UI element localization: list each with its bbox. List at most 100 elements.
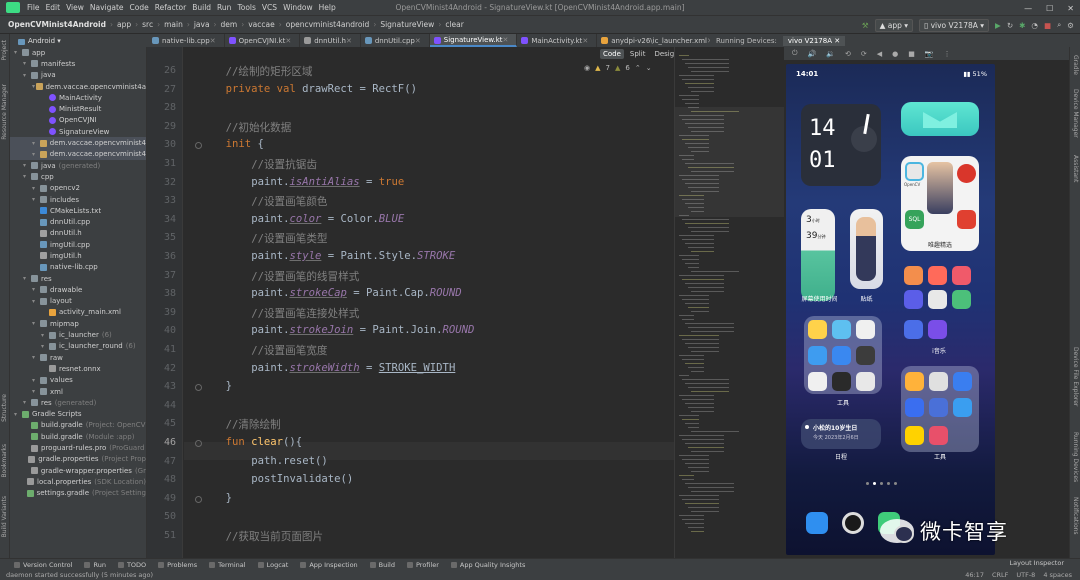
resource-manager-tool-tab[interactable]: Resource Manager — [1, 84, 8, 140]
breadcrumb-item[interactable]: opencvminist4android — [284, 20, 372, 29]
camera-app-icon[interactable] — [842, 512, 864, 534]
tree-item[interactable]: ▾ cpp — [10, 171, 146, 182]
nav-down-icon[interactable]: ⌄ — [646, 64, 652, 72]
play-app-icon[interactable] — [904, 290, 923, 309]
project-view-select[interactable]: Android ▾ — [10, 37, 70, 45]
tool-tab-logcat[interactable]: Logcat — [257, 561, 288, 569]
running-devices-tool-tab[interactable]: Running Devices — [1072, 432, 1079, 482]
expand-arrow-icon[interactable]: ▾ — [32, 354, 40, 361]
clock-widget[interactable]: 14 01 — [801, 104, 881, 186]
tree-item[interactable]: ▾ includes — [10, 194, 146, 205]
dock-app-1-icon[interactable] — [806, 512, 828, 534]
more-icon[interactable]: ⋮ — [944, 50, 951, 58]
tree-item[interactable]: ▾ opencv2 — [10, 183, 146, 194]
mode-split-button[interactable]: Split — [627, 49, 649, 59]
device-select[interactable]: ▯ vivo V2178A ▾ — [919, 18, 990, 32]
search-icon[interactable]: ⌕ — [1057, 20, 1061, 30]
device-manager-tool-tab[interactable]: Device Manager — [1072, 89, 1079, 138]
breadcrumb-item[interactable]: app — [115, 20, 133, 29]
mode-code-button[interactable]: Code — [600, 48, 624, 59]
tree-item[interactable]: settings.gradle (Project Setting — [10, 488, 146, 499]
bookmarks-tool-tab[interactable]: Bookmarks — [1, 444, 8, 478]
tree-item[interactable]: ▾ layout — [10, 296, 146, 307]
tool-tab-run[interactable]: Run — [84, 561, 106, 569]
settings-icon[interactable]: ⚙ — [1067, 21, 1074, 30]
expand-arrow-icon[interactable]: ▾ — [32, 286, 40, 293]
power-icon[interactable]: ⏻ — [792, 49, 798, 58]
breadcrumb-item[interactable]: main — [162, 20, 185, 29]
tree-item[interactable]: ▾ java (generated) — [10, 160, 146, 171]
minimap-viewport[interactable] — [675, 107, 785, 217]
expand-arrow-icon[interactable]: ▾ — [41, 343, 49, 350]
menu-item-file[interactable]: File — [24, 3, 43, 12]
tab-signatureview-kt[interactable]: SignatureView.kt ✕ — [429, 34, 518, 47]
expand-arrow-icon[interactable]: ▾ — [23, 162, 31, 169]
close-tab-icon[interactable]: ✕ — [210, 37, 216, 45]
expand-arrow-icon[interactable]: ▾ — [23, 275, 31, 282]
tool-tab-problems[interactable]: Problems — [158, 561, 197, 569]
close-tab-icon[interactable]: ✕ — [582, 37, 588, 45]
tree-item[interactable]: ▾ xml — [10, 386, 146, 397]
overview-icon[interactable]: ■ — [908, 50, 915, 58]
tree-item[interactable]: OpenCVJNI — [10, 115, 146, 126]
tree-item[interactable]: ▾ drawable — [10, 284, 146, 295]
expand-arrow-icon[interactable]: ▾ — [32, 185, 40, 192]
tree-item[interactable]: proguard-rules.pro (ProGuard — [10, 442, 146, 453]
tab-dnnutil-h[interactable]: dnnUtil.h ✕ — [300, 34, 361, 47]
expand-arrow-icon[interactable]: ▾ — [23, 399, 31, 406]
apply-changes-icon[interactable]: ↻ — [1007, 21, 1013, 30]
tree-item[interactable]: build.gradle (Module :app) — [10, 431, 146, 442]
tree-item[interactable]: ▾ dem.vaccae.opencvminist4 — [10, 137, 146, 149]
video-app-icon[interactable] — [928, 266, 947, 285]
minimize-icon[interactable]: — — [1024, 4, 1032, 13]
tree-item[interactable]: ▾ app — [10, 47, 146, 58]
indent-setting[interactable]: 4 spaces — [1043, 571, 1072, 579]
tree-item[interactable]: ▾ dem.vaccae.opencvminist4a — [10, 81, 146, 92]
tree-item[interactable]: dnnUtil.h — [10, 228, 146, 239]
project-tool-tab[interactable]: Project — [1, 40, 8, 61]
menu-item-refactor[interactable]: Refactor — [152, 3, 189, 12]
caret-position[interactable]: 46:17 — [965, 571, 984, 579]
code-editor[interactable]: 26 27 28 29 30 31 32 33 34 35 36 37 38 39 40 41 42 43 44 45… — [147, 47, 674, 558]
home-icon[interactable]: ● — [892, 50, 898, 58]
tree-item[interactable]: ▾ res (generated) — [10, 397, 146, 408]
tool-tab-app-quality-insights[interactable]: App Quality Insights — [450, 561, 525, 569]
screenshot-icon[interactable]: 📷 — [925, 50, 934, 58]
tree-item[interactable]: activity_main.xml — [10, 307, 146, 318]
rotate-right-icon[interactable]: ⟳ — [861, 50, 867, 58]
tree-item[interactable]: CMakeLists.txt — [10, 205, 146, 216]
fold-marker-icon[interactable] — [195, 440, 202, 447]
nav-up-icon[interactable]: ⌃ — [635, 64, 641, 72]
assistant-tool-tab[interactable]: Assistant — [1072, 155, 1079, 182]
tree-item[interactable]: native-lib.cpp — [10, 262, 146, 273]
menu-item-window[interactable]: Window — [280, 3, 316, 12]
tree-item[interactable]: ▾ res — [10, 273, 146, 284]
tab-mainactivity-kt[interactable]: MainActivity.kt ✕ — [517, 34, 598, 47]
expand-arrow-icon[interactable]: ▾ — [32, 298, 40, 305]
tools-folder-2[interactable] — [901, 366, 979, 452]
run-icon[interactable]: ▶ — [995, 21, 1001, 30]
tree-item[interactable]: dnnUtil.cpp — [10, 216, 146, 227]
tool-tab-todo[interactable]: TODO — [117, 561, 146, 569]
expand-arrow-icon[interactable]: ▾ — [32, 140, 40, 147]
expand-arrow-icon[interactable]: ▾ — [23, 72, 31, 79]
fold-marker-icon[interactable] — [195, 142, 202, 150]
tool-tab-app-inspection[interactable]: App Inspection — [300, 561, 358, 569]
menu-item-run[interactable]: Run — [214, 3, 234, 12]
volume-up-icon[interactable]: 🔊 — [808, 50, 817, 58]
close-icon[interactable]: ✕ — [1067, 4, 1074, 13]
screen-time-widget[interactable]: 3小时 39分钟 — [801, 209, 835, 301]
close-tab-icon[interactable]: ✕ — [503, 36, 509, 44]
build-variants-tool-tab[interactable]: Build Variants — [1, 496, 8, 537]
inspection-widget[interactable]: ◉ ▲ 7 ▲ 6 ⌃ ⌄ — [584, 64, 652, 72]
tab-opencvjni-kt[interactable]: OpenCVJNI.kt ✕ — [225, 34, 301, 47]
tree-item[interactable]: resnet.onnx — [10, 363, 146, 374]
menu-item-edit[interactable]: Edit — [43, 3, 64, 12]
back-icon[interactable]: ◀ — [877, 50, 882, 58]
featured-widget[interactable]: OpenCV SQL 唯趣精选 — [901, 156, 979, 251]
layout-inspector-tab[interactable]: Layout Inspector — [1010, 559, 1064, 567]
schedule-widget[interactable]: 小松的10岁生日 今天 2023年2月6日 — [801, 419, 881, 449]
envelope-widget[interactable] — [901, 102, 979, 136]
expand-arrow-icon[interactable]: ▾ — [23, 60, 31, 67]
breadcrumb-item[interactable]: SignatureView — [378, 20, 436, 29]
